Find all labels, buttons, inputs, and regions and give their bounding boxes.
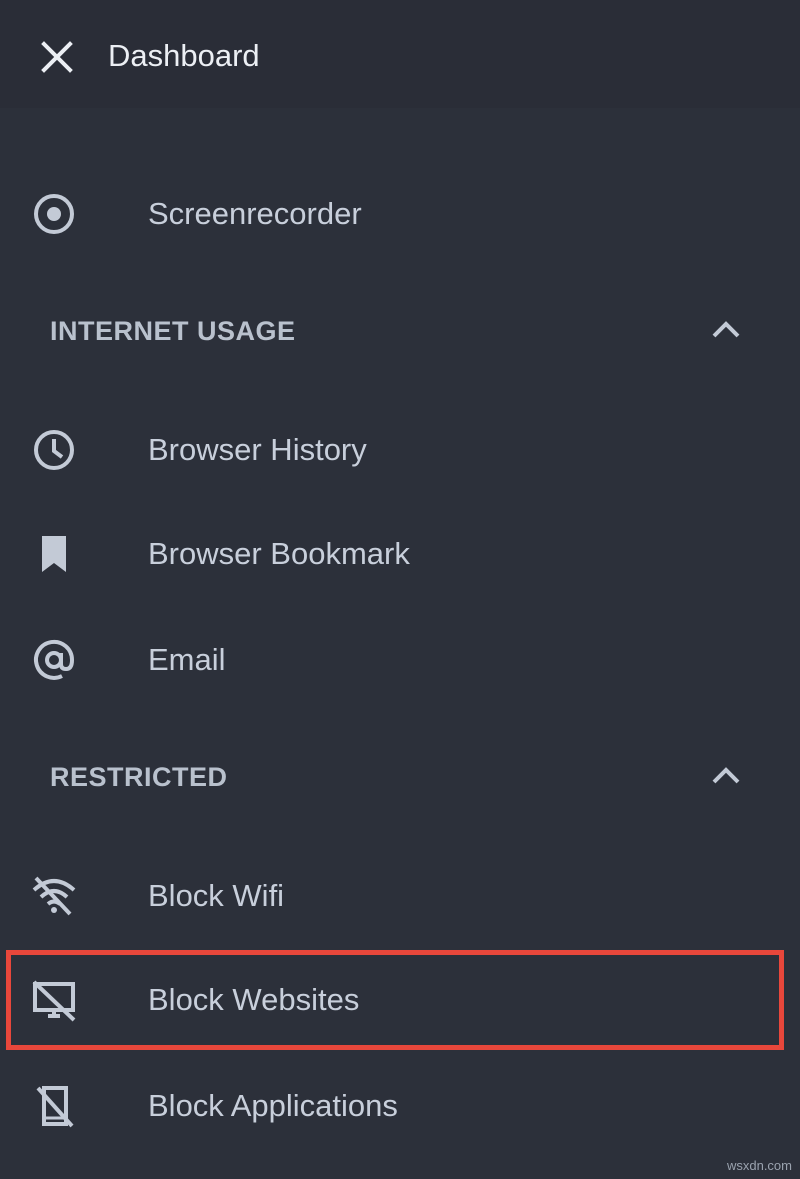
section-title: INTERNET USAGE bbox=[50, 316, 296, 346]
chevron-up-icon bbox=[710, 314, 742, 346]
section-header-internet-usage[interactable]: INTERNET USAGE bbox=[0, 300, 800, 360]
page-title: Dashboard bbox=[108, 38, 260, 73]
menu-item-block-applications[interactable]: Block Applications bbox=[0, 1058, 800, 1154]
menu-item-screenrecorder[interactable]: Screenrecorder bbox=[0, 166, 800, 262]
menu-item-label: Screenrecorder bbox=[148, 196, 362, 231]
record-icon bbox=[30, 192, 78, 236]
menu-item-label: Browser History bbox=[148, 432, 367, 467]
close-icon bbox=[41, 41, 73, 73]
menu-item-label: Browser Bookmark bbox=[148, 536, 410, 571]
bookmark-icon bbox=[30, 532, 78, 576]
clock-icon bbox=[30, 428, 78, 472]
close-button[interactable] bbox=[38, 38, 76, 76]
menu-item-label: Block Applications bbox=[148, 1088, 398, 1123]
menu-item-block-wifi[interactable]: Block Wifi bbox=[0, 848, 800, 944]
menu-item-label: Block Wifi bbox=[148, 878, 285, 913]
menu-item-block-websites[interactable]: Block Websites bbox=[0, 952, 800, 1048]
chevron-up-icon bbox=[710, 760, 742, 792]
wifi-off-icon bbox=[30, 874, 78, 918]
at-icon bbox=[30, 638, 78, 682]
menu-item-label: Block Websites bbox=[148, 982, 360, 1017]
watermark: wsxdn.com bbox=[726, 1158, 792, 1173]
menu-item-label: Email bbox=[148, 642, 226, 677]
app-header: Dashboard bbox=[0, 0, 800, 108]
menu-item-browser-history[interactable]: Browser History bbox=[0, 402, 800, 498]
phone-off-icon bbox=[30, 1084, 78, 1128]
section-header-restricted[interactable]: RESTRICTED bbox=[0, 746, 800, 806]
menu-item-email[interactable]: Email bbox=[0, 612, 800, 708]
menu-item-browser-bookmark[interactable]: Browser Bookmark bbox=[0, 506, 800, 602]
desktop-off-icon bbox=[30, 978, 78, 1022]
section-title: RESTRICTED bbox=[50, 762, 228, 792]
